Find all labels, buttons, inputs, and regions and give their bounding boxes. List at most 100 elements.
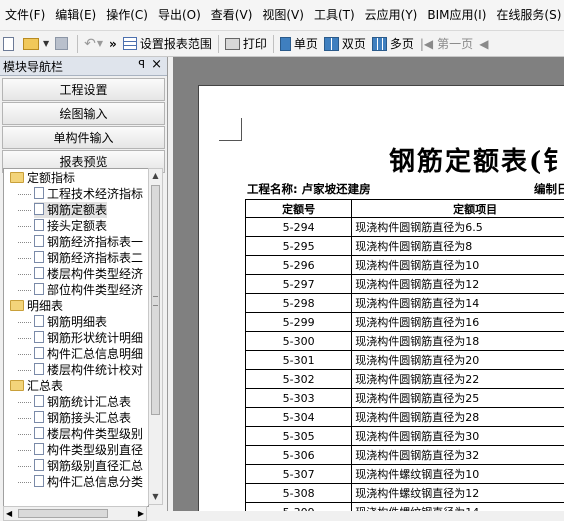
scroll-down-icon[interactable]: ▼ [149, 490, 162, 504]
tree-folder[interactable]: 汇总表 [10, 378, 63, 394]
save-button[interactable] [52, 33, 74, 55]
report-table-body: 5-294现浇构件圆钢筋直径为6.55-295现浇构件圆钢筋直径为85-296现… [246, 218, 564, 512]
tree-report-item[interactable]: 构件汇总信息分类 [34, 474, 143, 490]
quota-item-cell: 现浇构件圆钢筋直径为30 [352, 427, 564, 446]
quota-number-cell: 5-301 [246, 351, 352, 370]
tree-label: 钢筋经济指标表一 [47, 235, 143, 249]
menu-item[interactable]: 操作(C) [101, 0, 153, 30]
quota-number-cell: 5-294 [246, 218, 352, 237]
tree-report-item[interactable]: 钢筋经济指标表二 [34, 250, 143, 266]
report-icon [34, 283, 44, 295]
first-page-button[interactable]: |◀ 第一页 [417, 33, 476, 55]
nav-button[interactable]: 单构件输入 [2, 126, 165, 149]
scroll-up-icon[interactable]: ▲ [149, 169, 162, 183]
menu-item[interactable]: 在线服务(S) [491, 0, 564, 30]
tree-report-item[interactable]: 楼层构件类型级别 [34, 426, 143, 442]
tree-report-item[interactable]: 工程技术经济指标 [34, 186, 143, 202]
save-icon [55, 37, 68, 50]
tree-horizontal-scrollbar[interactable]: ◀ ▶ [3, 506, 147, 521]
first-page-label: 第一页 [437, 35, 473, 52]
table-row: 5-300现浇构件圆钢筋直径为18 [246, 332, 564, 351]
menu-item[interactable]: 文件(F) [0, 0, 50, 30]
scroll-thumb[interactable] [151, 185, 160, 415]
set-report-range-button[interactable]: 设置报表范围 [120, 33, 215, 55]
tree-report-item[interactable]: 钢筋统计汇总表 [34, 394, 131, 410]
menu-item[interactable]: BIM应用(I) [422, 0, 491, 30]
new-file-icon [3, 37, 14, 51]
column-header-quota-no: 定额号 [246, 200, 352, 218]
tree-report-item[interactable]: 构件汇总信息明细 [34, 346, 143, 362]
quota-number-cell: 5-303 [246, 389, 352, 408]
tree-report-item[interactable]: 钢筋定额表 [34, 202, 107, 218]
open-file-button[interactable]: ▼ [20, 33, 52, 55]
report-title: 钢筋定额表(钅 [389, 141, 564, 178]
tree-vertical-scrollbar[interactable]: ▲ ▼ [148, 168, 163, 505]
tree-report-item[interactable]: 钢筋接头汇总表 [34, 410, 131, 426]
tree-label: 楼层构件类型级别 [47, 427, 143, 441]
project-name: 工程名称: 卢家坡还建房 [247, 181, 371, 197]
table-row: 5-296现浇构件圆钢筋直径为10 [246, 256, 564, 275]
tree-report-item[interactable]: 构件类型级别直径 [34, 442, 143, 458]
menu-item[interactable]: 导出(O) [153, 0, 206, 30]
menu-item[interactable]: 视图(V) [257, 0, 309, 30]
tree-connector [18, 466, 31, 467]
tree-label: 钢筋定额表 [47, 203, 107, 217]
nav-button[interactable]: 工程设置 [2, 78, 165, 101]
grip-icon [153, 296, 158, 306]
tree-report-item[interactable]: 接头定额表 [34, 218, 107, 234]
scroll-right-icon[interactable]: ▶ [138, 507, 144, 520]
tree-report-item[interactable]: 钢筋形状统计明细 [34, 330, 143, 346]
table-row: 5-307现浇构件螺纹钢直径为10 [246, 465, 564, 484]
report-icon [34, 443, 44, 455]
scroll-left-icon[interactable]: ◀ [6, 507, 12, 520]
undo-button[interactable]: ↶ ▼ [81, 33, 106, 55]
tree-report-item[interactable]: 钢筋明细表 [34, 314, 107, 330]
tree-label: 楼层构件统计校对 [47, 363, 143, 377]
report-icon [34, 267, 44, 279]
nav-button[interactable]: 绘图输入 [2, 102, 165, 125]
double-page-button[interactable]: 双页 [321, 33, 369, 55]
tree-folder[interactable]: 定额指标 [10, 170, 75, 186]
previous-page-button[interactable]: ◀ [476, 33, 491, 55]
quota-item-cell: 现浇构件圆钢筋直径为16 [352, 313, 564, 332]
tree-report-item[interactable]: 钢筋经济指标表一 [34, 234, 143, 250]
menu-item[interactable]: 编辑(E) [50, 0, 101, 30]
quota-item-cell: 现浇构件螺纹钢直径为10 [352, 465, 564, 484]
tree-folder[interactable]: 明细表 [10, 298, 63, 314]
new-file-button[interactable] [0, 33, 20, 55]
tree-connector [18, 242, 31, 243]
quota-number-cell: 5-302 [246, 370, 352, 389]
toolbar-overflow-button[interactable]: » [106, 33, 120, 55]
menu-bar: 文件(F)编辑(E)操作(C)导出(O)查看(V)视图(V)工具(T)云应用(Y… [0, 0, 564, 31]
print-button[interactable]: 打印 [222, 33, 270, 55]
quota-item-cell: 现浇构件圆钢筋直径为28 [352, 408, 564, 427]
menu-item[interactable]: 工具(T) [309, 0, 360, 30]
quota-number-cell: 5-306 [246, 446, 352, 465]
table-row: 5-295现浇构件圆钢筋直径为8 [246, 237, 564, 256]
tree-label: 楼层构件类型经济 [47, 267, 143, 281]
menu-item[interactable]: 查看(V) [206, 0, 258, 30]
tree-report-item[interactable]: 部位构件类型经济 [34, 282, 143, 298]
quota-number-cell: 5-308 [246, 484, 352, 503]
print-label: 打印 [243, 35, 267, 52]
quota-item-cell: 现浇构件圆钢筋直径为32 [352, 446, 564, 465]
quota-item-cell: 现浇构件圆钢筋直径为20 [352, 351, 564, 370]
tree-label: 钢筋统计汇总表 [47, 395, 131, 409]
tree-report-item[interactable]: 楼层构件统计校对 [34, 362, 143, 378]
quota-number-cell: 5-305 [246, 427, 352, 446]
pin-icon[interactable]: ꟼ [138, 58, 145, 71]
menu-item[interactable]: 云应用(Y) [360, 0, 423, 30]
quota-item-cell: 现浇构件圆钢筋直径为25 [352, 389, 564, 408]
multi-page-button[interactable]: 多页 [369, 33, 417, 55]
folder-icon [10, 300, 24, 311]
close-icon[interactable]: × [151, 57, 162, 72]
scroll-thumb[interactable] [18, 509, 108, 518]
tree-report-item[interactable]: 楼层构件类型经济 [34, 266, 143, 282]
tree-label: 构件汇总信息分类 [47, 475, 143, 489]
tree-label: 钢筋级别直径汇总 [47, 459, 143, 473]
single-page-button[interactable]: 单页 [277, 33, 321, 55]
set-report-range-label: 设置报表范围 [140, 35, 212, 52]
tree-label: 接头定额表 [47, 219, 107, 233]
single-page-icon [280, 37, 291, 51]
tree-report-item[interactable]: 钢筋级别直径汇总 [34, 458, 143, 474]
